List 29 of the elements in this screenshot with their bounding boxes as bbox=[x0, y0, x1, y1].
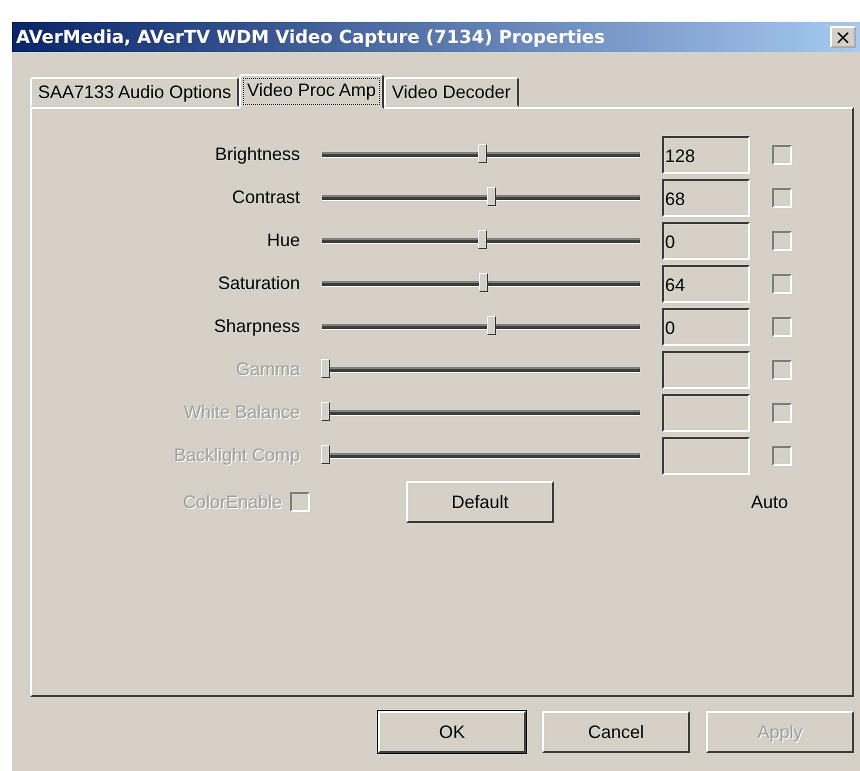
dialog-button[interactable]: Cancel bbox=[542, 711, 690, 753]
auto-checkbox[interactable] bbox=[772, 274, 792, 294]
value-field[interactable]: 128 bbox=[662, 136, 750, 174]
window-title: AVerMedia, AVerTV WDM Video Capture (7134) Properties bbox=[16, 26, 605, 48]
auto-checkbox[interactable] bbox=[772, 316, 792, 336]
value-field[interactable]: 64 bbox=[662, 264, 750, 302]
value-field[interactable]: 68 bbox=[662, 178, 750, 216]
slider-label: Brightness bbox=[214, 144, 301, 165]
slider-thumb[interactable] bbox=[486, 187, 496, 206]
slider-label: Contrast bbox=[232, 187, 301, 208]
value-field[interactable]: 0 bbox=[662, 308, 750, 346]
auto-label: Auto bbox=[750, 492, 789, 512]
slider-thumb[interactable] bbox=[479, 273, 488, 292]
value-field[interactable]: 0 bbox=[662, 222, 750, 260]
auto-checkbox[interactable] bbox=[772, 188, 792, 208]
dialog-button[interactable]: OK bbox=[378, 711, 526, 753]
tab[interactable]: SAA7133 Audio Options bbox=[30, 77, 240, 107]
slider-thumb[interactable] bbox=[486, 316, 496, 335]
tab[interactable]: Video Proc Amp bbox=[239, 74, 384, 109]
tab[interactable]: Video Decoder bbox=[384, 77, 519, 107]
slider-thumb[interactable] bbox=[478, 230, 487, 249]
slider-label: Saturation bbox=[218, 273, 301, 294]
auto-checkbox[interactable] bbox=[772, 230, 792, 250]
slider-thumb[interactable] bbox=[478, 144, 487, 163]
slider-label: Hue bbox=[266, 230, 301, 251]
close-button[interactable]: × bbox=[830, 26, 856, 48]
default-button[interactable]: Default bbox=[406, 481, 554, 523]
slider-label: Sharpness bbox=[214, 316, 301, 337]
auto-checkbox[interactable] bbox=[772, 144, 792, 164]
